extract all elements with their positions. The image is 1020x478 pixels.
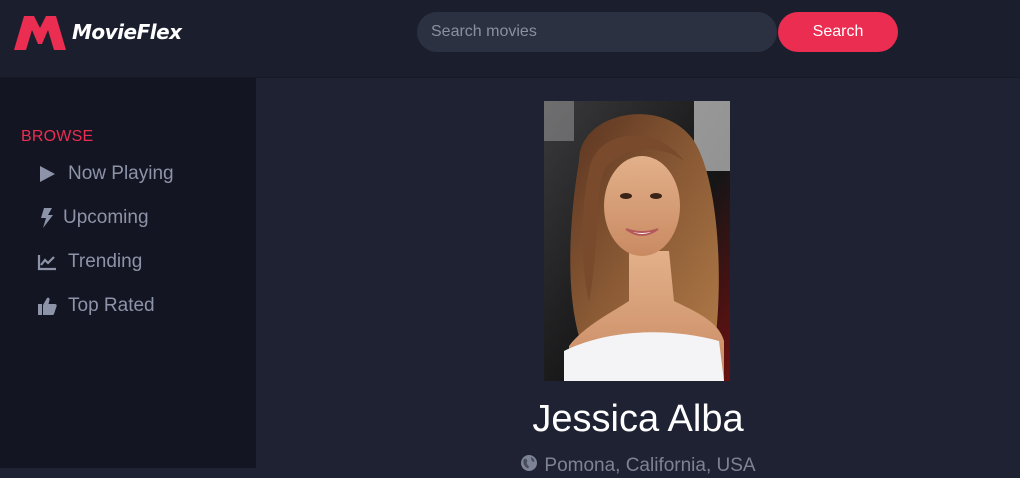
trend-chart-icon <box>36 251 58 273</box>
globe-icon <box>520 454 538 478</box>
sidebar-item-label: Now Playing <box>68 163 174 184</box>
main-content: Jessica Alba Pomona, California, USA <box>256 78 1020 476</box>
actor-portrait <box>544 101 730 381</box>
lightning-icon <box>36 207 58 229</box>
search-input[interactable] <box>417 12 777 52</box>
play-icon <box>36 163 58 185</box>
sidebar-item-upcoming[interactable]: Upcoming <box>36 204 149 232</box>
actor-name: Jessica Alba <box>532 398 744 440</box>
sidebar-item-label: Trending <box>68 251 143 272</box>
search-button[interactable]: Search <box>778 12 898 52</box>
logo-m-icon <box>14 16 66 50</box>
browse-heading: BROWSE <box>21 128 94 145</box>
sidebar: BROWSE Now Playing Upcoming Trending Top <box>0 78 256 468</box>
sidebar-item-label: Top Rated <box>68 295 155 316</box>
brand-name: MovieFlex <box>72 20 182 44</box>
app-logo[interactable]: MovieFlex <box>14 14 182 50</box>
actor-birthplace: Pomona, California, USA <box>256 454 1020 478</box>
thumbs-up-icon <box>36 295 58 317</box>
birthplace-text: Pomona, California, USA <box>544 455 756 476</box>
sidebar-item-now-playing[interactable]: Now Playing <box>36 160 174 188</box>
sidebar-item-trending[interactable]: Trending <box>36 248 142 276</box>
top-header: MovieFlex Search <box>0 0 1020 78</box>
sidebar-item-label: Upcoming <box>63 207 149 228</box>
sidebar-item-top-rated[interactable]: Top Rated <box>36 292 155 320</box>
